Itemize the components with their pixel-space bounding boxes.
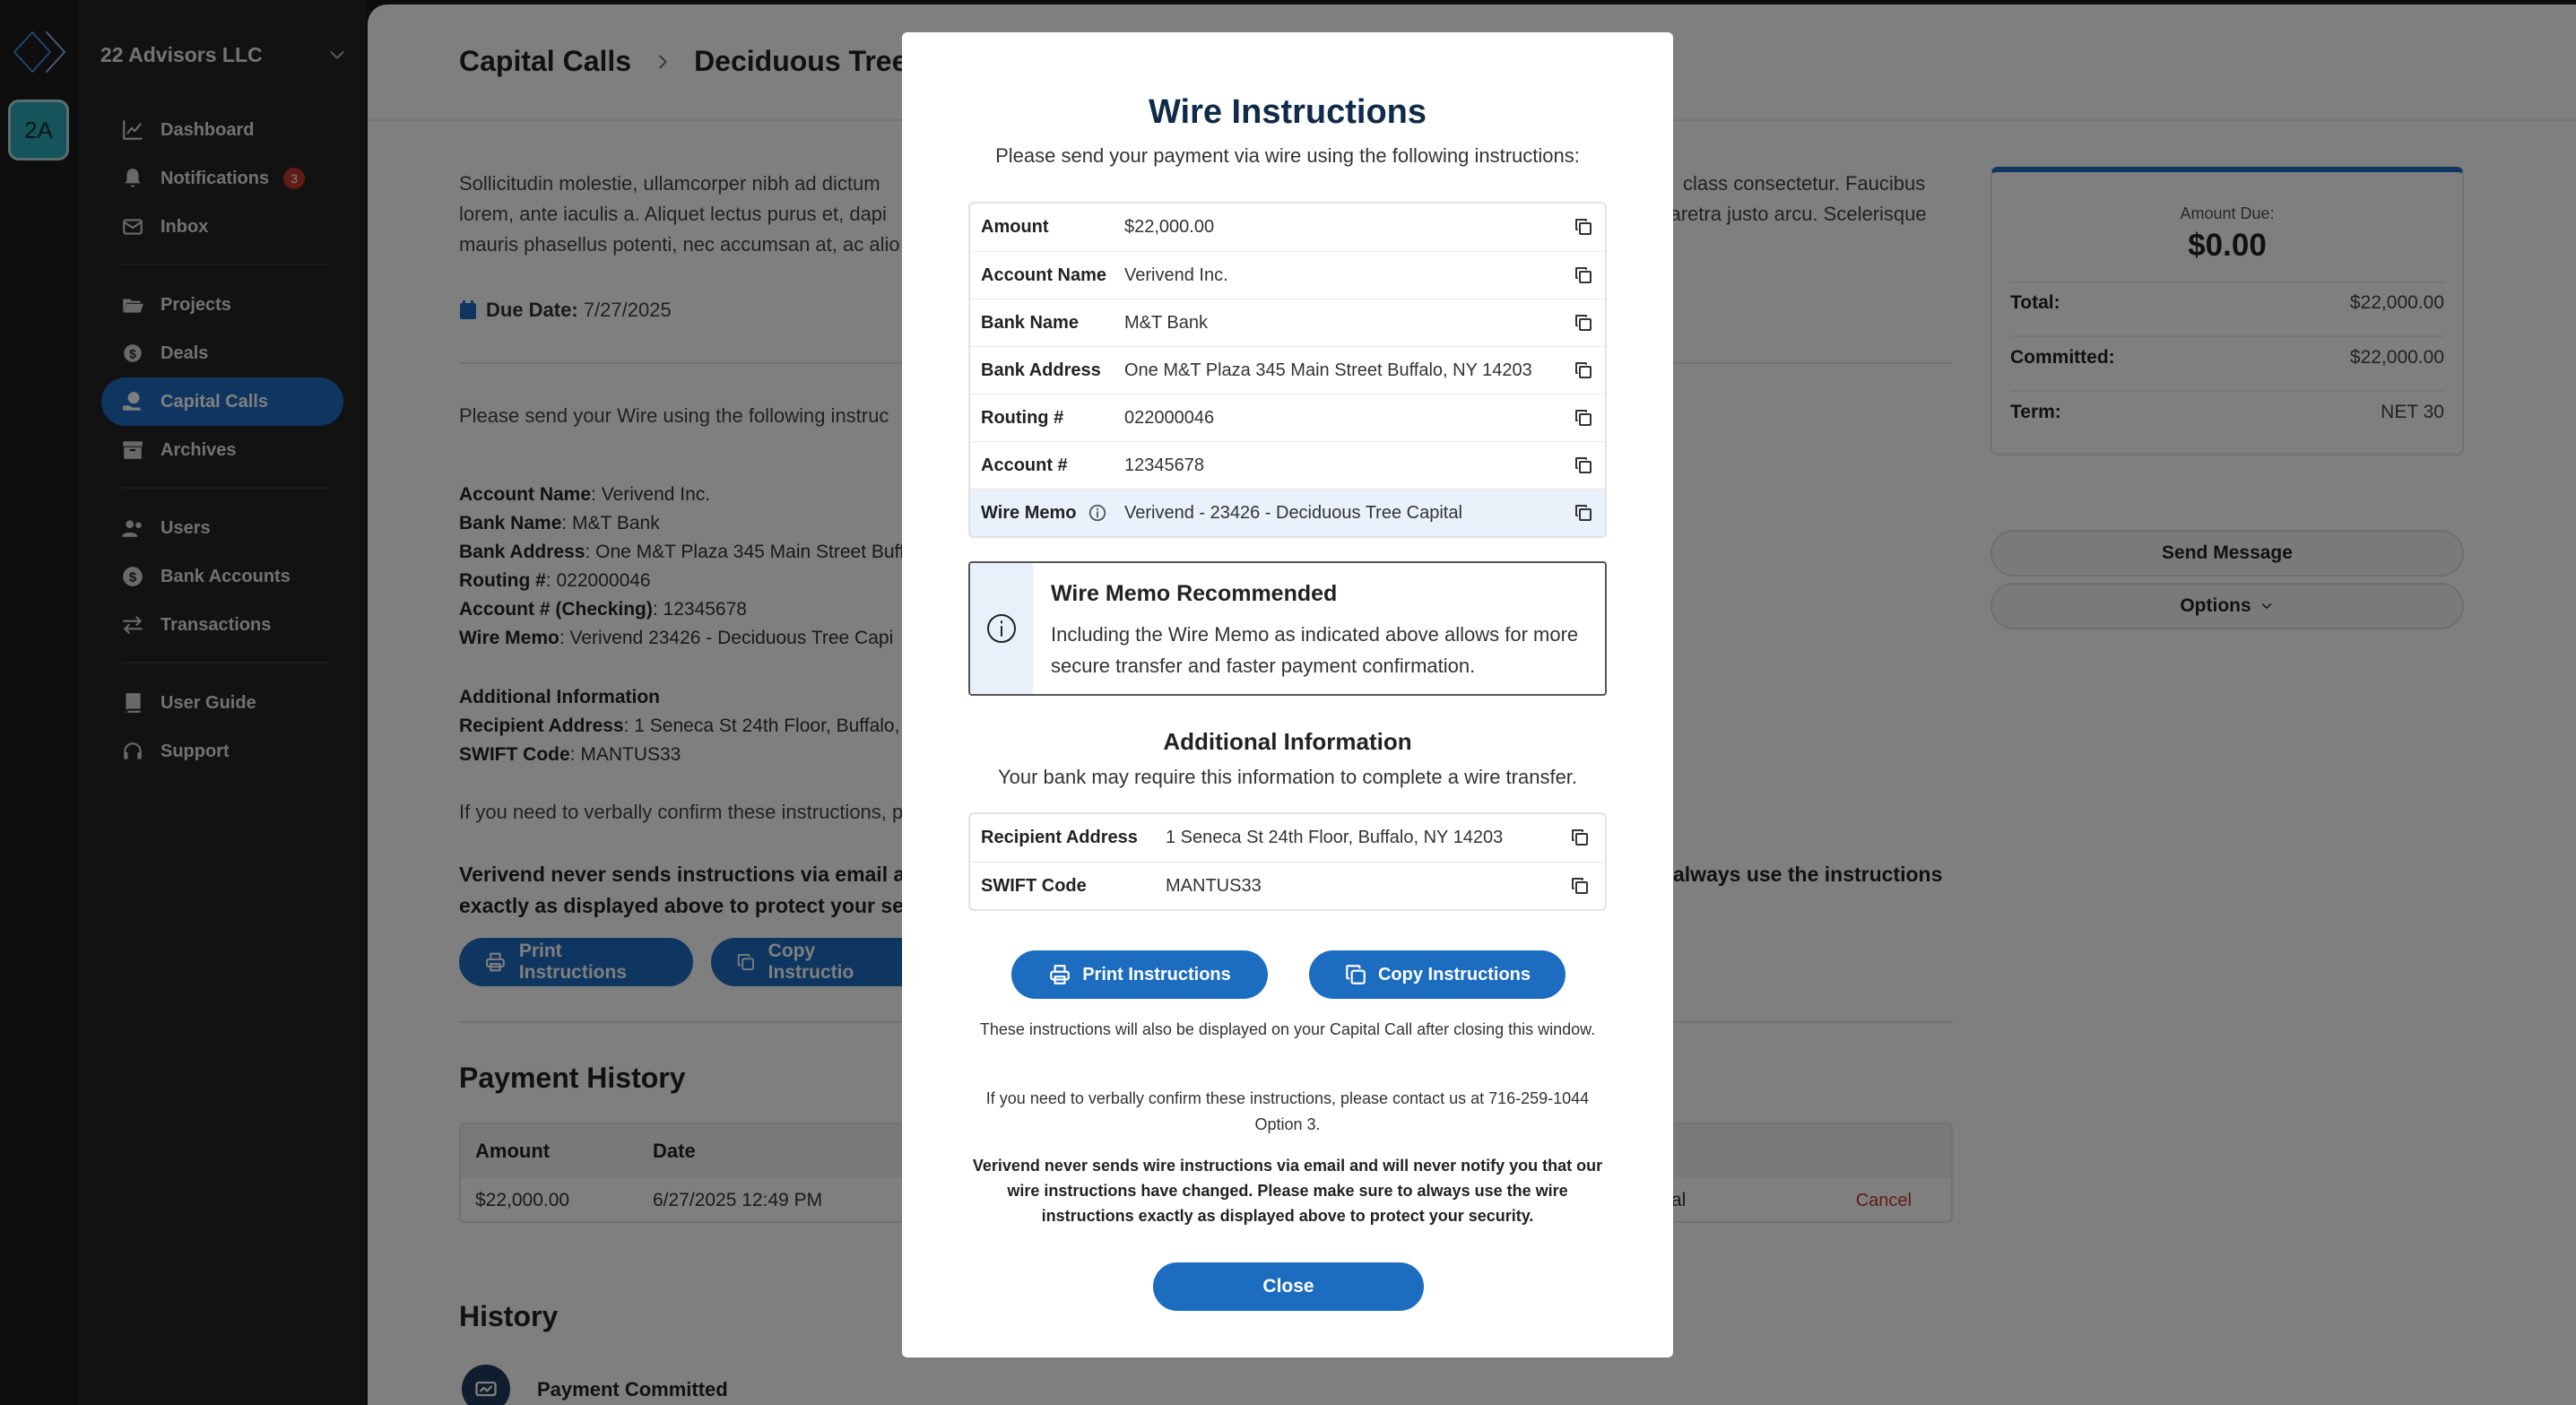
wire-row-amount: Amount $22,000.00	[970, 204, 1605, 251]
row-value: One M&T Plaza 345 Main Street Buffalo, N…	[1124, 360, 1532, 380]
row-label: Wire Memo	[970, 503, 1124, 524]
printer-icon	[1050, 965, 1071, 984]
wire-row-account-name: Account Name Verivend Inc.	[970, 251, 1605, 299]
row-value: M&T Bank	[1124, 312, 1208, 333]
row-value: $22,000.00	[1124, 217, 1215, 237]
copy-icon[interactable]	[1569, 827, 1591, 848]
additional-info-subtitle: Your bank may require this information t…	[997, 766, 1578, 788]
copy-icon[interactable]	[1573, 407, 1594, 429]
modal-title: Wire Instructions	[1148, 93, 1427, 131]
wire-row-bank-name: Bank Name M&T Bank	[970, 299, 1605, 346]
modal-subtitle: Please send your payment via wire using …	[995, 144, 1580, 167]
row-value: 022000046	[1124, 407, 1215, 428]
row-label: Routing #	[981, 407, 1064, 428]
copy-icon[interactable]	[1573, 216, 1594, 238]
modal-print-instructions-button[interactable]: Print Instructions	[1011, 950, 1268, 999]
copy-icon[interactable]	[1573, 455, 1594, 476]
wire-memo-recommended-alert: Wire Memo Recommended Including the Wire…	[968, 561, 1607, 696]
row-value: 12345678	[1124, 455, 1204, 475]
button-label: Close	[1262, 1276, 1314, 1297]
wire-row-bank-address: Bank Address One M&T Plaza 345 Main Stre…	[970, 346, 1605, 394]
alert-title: Wire Memo Recommended	[1051, 581, 1338, 606]
row-label: Bank Name	[981, 312, 1079, 333]
row-label: Bank Address	[981, 360, 1101, 380]
button-label: Print Instructions	[1082, 964, 1231, 984]
alert-body: Including the Wire Memo as indicated abo…	[1051, 623, 1579, 677]
additional-info-title: Additional Information	[1163, 728, 1412, 755]
alert-icon-bar	[970, 563, 1033, 694]
wire-row-memo: Wire Memo Verivend - 23426 - Deciduous T…	[970, 489, 1605, 536]
modal-verbal-confirm-note: If you need to verbally confirm these in…	[985, 1089, 1590, 1133]
row-label: Amount	[981, 217, 1049, 237]
copy-icon[interactable]	[1573, 265, 1594, 286]
wire-instructions-modal: Wire Instructions Please send your payme…	[902, 32, 1673, 1357]
row-value: Verivend - 23426 - Deciduous Tree Capita…	[1124, 502, 1462, 523]
modal-security-warning: Verivend never sends wire instructions v…	[972, 1157, 1603, 1225]
modal-copy-instructions-button[interactable]: Copy Instructions	[1309, 950, 1566, 999]
row-label: SWIFT Code	[981, 875, 1087, 896]
modal-close-button[interactable]: Close	[1153, 1262, 1424, 1311]
wire-row-routing: Routing # 022000046	[970, 394, 1605, 441]
additional-info-table: Recipient Address 1 Seneca St 24th Floor…	[968, 812, 1607, 911]
row-value: 1 Seneca St 24th Floor, Buffalo, NY 1420…	[1166, 828, 1504, 847]
info-circle-icon	[987, 614, 1016, 643]
copy-icon	[1346, 965, 1366, 984]
modal-display-note: These instructions will also be displaye…	[979, 1020, 1596, 1038]
row-value: Verivend Inc.	[1124, 265, 1228, 285]
copy-icon[interactable]	[1573, 312, 1594, 334]
wire-details-table: Amount $22,000.00 Account Name Verivend …	[968, 202, 1607, 538]
wire-row-account: Account # 12345678	[970, 441, 1605, 489]
row-value: MANTUS33	[1166, 875, 1262, 896]
copy-icon[interactable]	[1573, 360, 1594, 381]
button-label: Copy Instructions	[1377, 964, 1531, 984]
info-icon[interactable]	[1088, 503, 1107, 523]
row-label: Recipient Address	[981, 828, 1138, 847]
copy-icon[interactable]	[1573, 502, 1594, 524]
row-label: Account Name	[981, 265, 1107, 285]
copy-icon[interactable]	[1569, 875, 1591, 897]
wire-row-recipient-address: Recipient Address 1 Seneca St 24th Floor…	[970, 814, 1605, 862]
wire-row-swift-code: SWIFT Code MANTUS33	[970, 862, 1605, 909]
row-label: Account #	[981, 455, 1068, 475]
